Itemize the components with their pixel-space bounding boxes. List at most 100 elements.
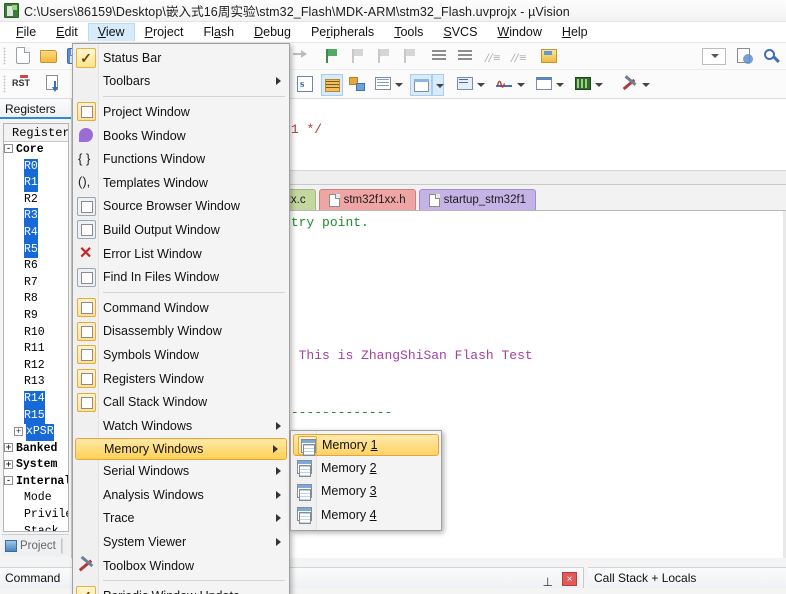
insert-bookmark-button[interactable] <box>320 45 342 67</box>
menu-svcs[interactable]: SVCS <box>433 23 487 42</box>
view-menu-item-periodic-window-update[interactable]: ✓ Periodic Window Update <box>73 584 289 594</box>
project-tab[interactable]: Project <box>5 539 56 552</box>
view-menu-item-serial-windows[interactable]: Serial Windows <box>73 460 289 484</box>
registers-window-button[interactable] <box>321 74 343 96</box>
outdent-button[interactable] <box>454 45 476 67</box>
memory-submenu-item-memory-2[interactable]: Memory 2 <box>291 456 441 480</box>
view-menu-popup[interactable]: ✓ Status Bar Toolbars Project Window Books W… <box>72 43 290 594</box>
comment-button[interactable]: //≡ <box>480 45 502 67</box>
registers-rows[interactable]: - Core R0 R1 R2 R3 R4 R5 R6 R7 R8 R9 R10 R11 R12 R13 R14… <box>4 142 68 531</box>
memory-windows-submenu[interactable]: Memory 1 Memory 2 Memory 3 Memory 4 <box>290 430 442 531</box>
reset-cpu-button[interactable]: RST <box>10 73 32 95</box>
tree-expander-icon[interactable]: - <box>4 476 13 486</box>
view-menu-item-source-browser-window[interactable]: Source Browser Window <box>73 195 289 219</box>
view-menu-item-memory-windows[interactable]: Memory Windows <box>75 437 287 460</box>
register-row[interactable]: R8 <box>4 291 68 308</box>
view-menu-item-analysis-windows[interactable]: Analysis Windows <box>73 483 289 507</box>
browse-symbol-button[interactable] <box>734 45 756 67</box>
find-button[interactable] <box>760 45 782 67</box>
register-row[interactable]: - Core <box>4 142 68 159</box>
config-wizard-button[interactable] <box>538 45 560 67</box>
register-row[interactable]: R4 <box>4 224 68 242</box>
trace-dropdown-arrow-icon[interactable] <box>553 74 565 96</box>
close-icon[interactable]: × <box>562 572 577 586</box>
menu-window[interactable]: Window <box>487 23 551 42</box>
register-row[interactable]: + xPSR <box>4 424 68 441</box>
view-menu-item-trace[interactable]: Trace <box>73 507 289 531</box>
view-menu-item-disassembly-window[interactable]: Disassembly Window <box>73 320 289 344</box>
uncomment-button[interactable]: //≡ <box>506 45 528 67</box>
open-file-button[interactable] <box>38 45 60 67</box>
register-row[interactable]: R1 <box>4 175 68 192</box>
register-row[interactable]: R7 <box>4 275 68 292</box>
memory-windows-button[interactable] <box>410 74 432 96</box>
analysis-dropdown-arrow-icon[interactable] <box>514 74 526 96</box>
register-row[interactable]: R14 <box>4 390 68 408</box>
symbols-window-button[interactable]: s <box>295 74 317 96</box>
menu-project[interactable]: Project <box>135 23 194 42</box>
tree-expander-icon[interactable]: + <box>4 459 13 469</box>
next-bookmark-button[interactable] <box>372 45 394 67</box>
menu-debug[interactable]: Debug <box>244 23 301 42</box>
register-row[interactable]: R0 <box>4 158 68 176</box>
indent-button[interactable] <box>428 45 450 67</box>
step-out-button[interactable] <box>288 45 310 67</box>
toolbar-grip[interactable] <box>3 47 6 65</box>
file-tab-stm32f1xx-h[interactable]: stm32f1xx.h <box>318 189 416 210</box>
tree-expander-icon[interactable]: - <box>4 144 13 154</box>
menu-flash[interactable]: Flash <box>194 23 245 42</box>
view-menu-item-watch-windows[interactable]: Watch Windows <box>73 414 289 438</box>
view-menu-item-build-output-window[interactable]: Build Output Window <box>73 218 289 242</box>
view-menu-item-project-window[interactable]: Project Window <box>73 100 289 124</box>
memory-submenu-item-memory-1[interactable]: Memory 1 <box>293 434 439 456</box>
new-file-button[interactable] <box>12 45 34 67</box>
view-menu-item-templates-window[interactable]: (), Templates Window <box>73 171 289 195</box>
view-menu-item-toolbars[interactable]: Toolbars <box>73 70 289 94</box>
file-tab-startup-stm32f1[interactable]: startup_stm32f1 <box>418 189 537 210</box>
clear-bookmarks-button[interactable] <box>398 45 420 67</box>
view-menu-item-toolbox-window[interactable]: Toolbox Window <box>73 554 289 578</box>
view-menu-item-functions-window[interactable]: { } Functions Window <box>73 147 289 171</box>
view-menu-item-symbols-window[interactable]: Symbols Window <box>73 343 289 367</box>
register-row[interactable]: R3 <box>4 208 68 225</box>
view-menu-item-call-stack-window[interactable]: Call Stack Window <box>73 390 289 414</box>
register-row[interactable]: R2 <box>4 192 68 209</box>
register-row[interactable]: Privilege <box>4 507 68 524</box>
menu-help[interactable]: Help <box>552 23 598 42</box>
register-row[interactable]: - Internal <box>4 474 68 491</box>
scope-dropdown[interactable] <box>702 45 728 67</box>
menu-edit[interactable]: Edit <box>46 23 88 42</box>
register-row[interactable]: R12 <box>4 358 68 375</box>
memory-submenu-item-memory-4[interactable]: Memory 4 <box>291 503 441 527</box>
register-row[interactable]: R6 <box>4 258 68 275</box>
pin-icon[interactable]: ⊥ <box>543 572 553 593</box>
toolbar-grip-3[interactable] <box>3 75 6 93</box>
view-menu-item-status-bar[interactable]: ✓ Status Bar <box>73 46 289 70</box>
menu-tools[interactable]: Tools <box>384 23 433 42</box>
register-row[interactable]: R15 <box>4 407 68 425</box>
view-menu-item-system-viewer[interactable]: System Viewer <box>73 530 289 554</box>
register-row[interactable]: R10 <box>4 325 68 342</box>
register-row[interactable]: R9 <box>4 308 68 325</box>
watch-dropdown-arrow-icon[interactable] <box>392 74 404 96</box>
register-row[interactable]: R5 <box>4 241 68 259</box>
load-button[interactable] <box>42 73 64 95</box>
view-menu-item-command-window[interactable]: Command Window <box>73 296 289 320</box>
serial-dropdown-arrow-icon[interactable] <box>474 74 486 96</box>
register-row[interactable]: Mode <box>4 490 68 507</box>
menu-peripherals[interactable]: Peripherals <box>301 23 384 42</box>
view-menu-item-find-in-files-window[interactable]: Find In Files Window <box>73 265 289 289</box>
toolbox-dropdown-arrow-icon[interactable] <box>639 74 651 96</box>
register-row[interactable]: Stack <box>4 524 68 531</box>
register-row[interactable]: R13 <box>4 374 68 391</box>
register-row[interactable]: R11 <box>4 341 68 358</box>
view-menu-item-error-list-window[interactable]: ✕ Error List Window <box>73 242 289 266</box>
system-viewer-dropdown-arrow-icon[interactable] <box>592 74 604 96</box>
tree-expander-icon[interactable]: + <box>4 443 13 453</box>
view-menu-item-books-window[interactable]: Books Window <box>73 124 289 148</box>
view-menu-item-registers-window[interactable]: Registers Window <box>73 367 289 391</box>
register-row[interactable]: + Banked <box>4 441 68 458</box>
prev-bookmark-button[interactable] <box>346 45 368 67</box>
tree-expander-icon[interactable]: + <box>14 426 23 436</box>
menu-view[interactable]: View <box>87 23 135 41</box>
